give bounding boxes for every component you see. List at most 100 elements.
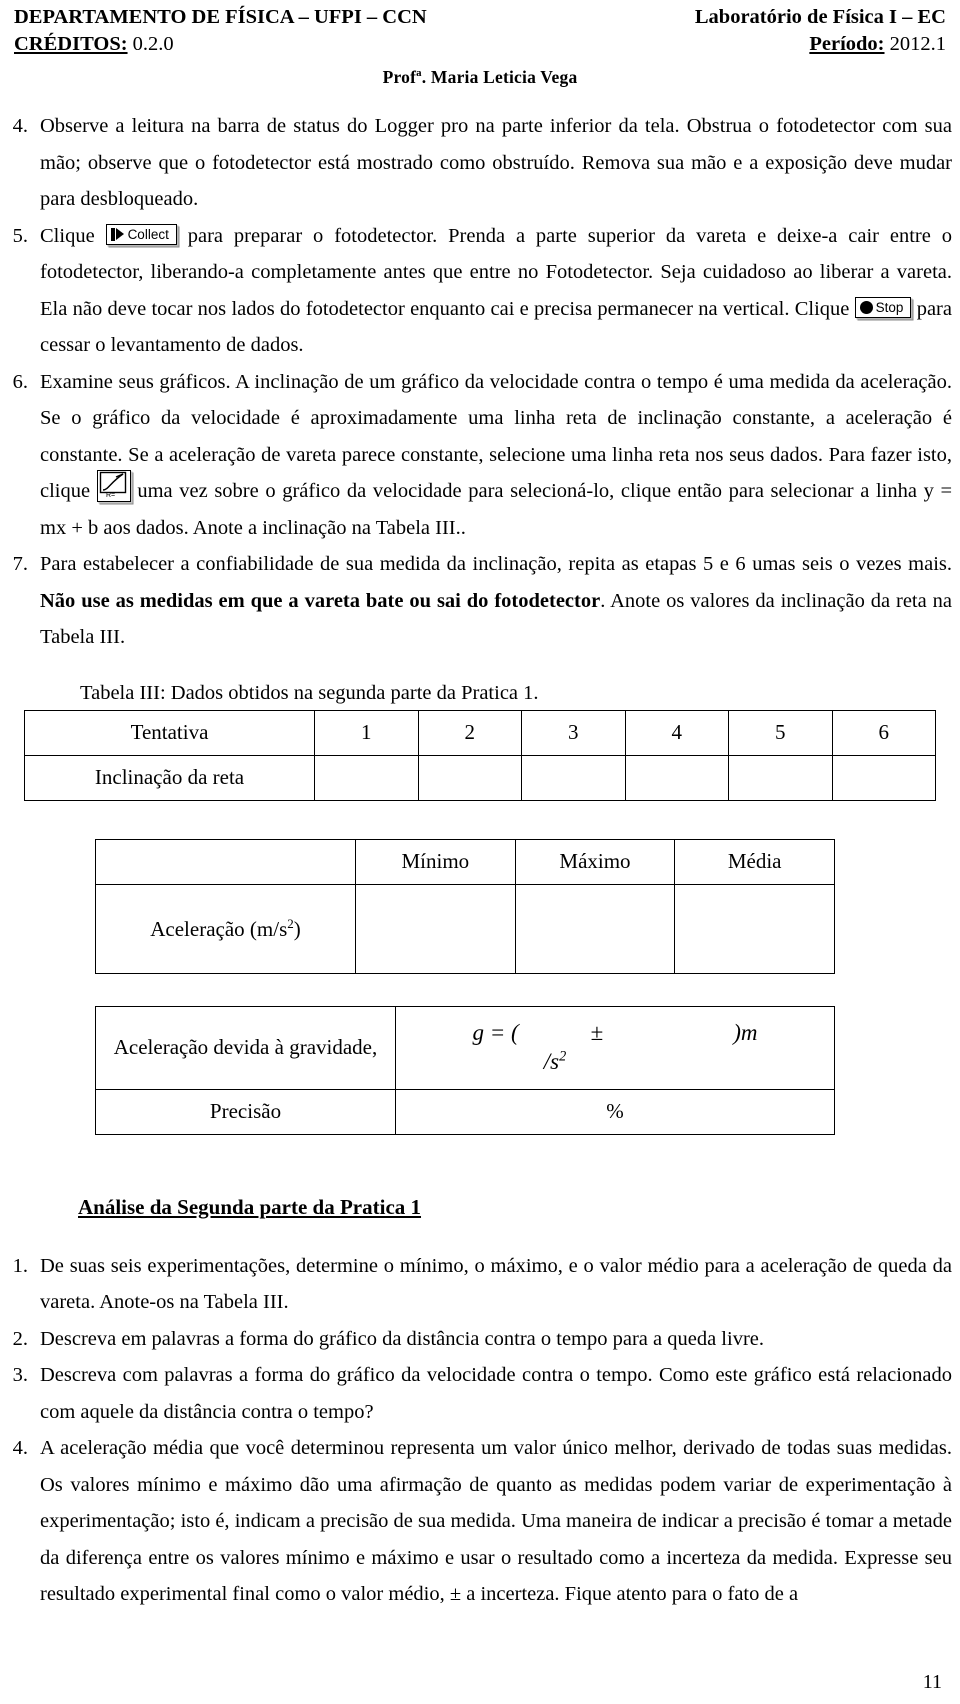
step-text: Examine seus gráficos. A inclinação de u… [40,364,960,547]
stop-button-label: Stop [875,300,904,316]
table3-row2-label: Inclinação da reta [24,754,315,801]
step-text: Observe a leitura na barra de status do … [40,115,952,210]
analysis-text: A aceleração média que você determinou r… [40,1437,952,1605]
analysis-text: Descreva com palavras a forma do gráfico… [40,1364,952,1423]
gravity-units-line: /s2 [400,1048,710,1077]
precision-row-label: Precisão [95,1088,396,1135]
table3-cell[interactable] [314,754,419,801]
gravity-expression-line1: g = ( ± )m [400,1019,830,1048]
step6-text-post: uma vez sobre o gráfico da velocidade pa… [40,480,953,539]
list-item-step-4: 4. Observe a leitura na barra de status … [0,108,960,218]
table3-cell[interactable]: 2 [417,709,522,756]
professor-prefix: Prof [382,67,417,88]
table3-cell[interactable]: 1 [314,709,419,756]
page-number: 11 [922,1671,942,1693]
step-text: Clique Collect para preparar o fotodetec… [40,218,960,364]
credits-label: CRÉDITOS: [14,33,128,56]
professor-rest: . Maria Leticia Vega [421,67,578,88]
table-row: Mínimo Máximo Média [95,838,835,885]
step5-text-pre: Clique [40,224,106,247]
step7-text-bold: Não use as medidas em que a vareta bate … [40,589,601,612]
analysis-text: Descreva em palavras a forma do gráfico … [40,1327,764,1350]
table-row: Tentativa 1 2 3 4 5 6 [24,709,936,756]
analysis-number: 4. [12,1437,28,1459]
table-gravity-precision: Aceleração devida à gravidade, g = ( ± )m … [95,1005,835,1135]
acceleration-label-post: ) [293,916,301,941]
analysis-section-heading: Análise da Segunda parte da Pratica 1 [78,1194,422,1219]
step-text: Para estabelecer a confiabilidade de sua… [40,546,960,656]
list-item-step-6: 6. Examine seus gráficos. A inclinação d… [0,364,960,547]
collect-button-label: Collect [127,227,169,243]
table-row: Inclinação da reta [24,754,936,801]
table4-corner-cell [95,838,356,885]
table4-cell-maximo[interactable] [514,883,676,974]
table4-cell-minimo[interactable] [355,883,516,974]
department-title: DEPARTAMENTO DE FÍSICA – UFPI – CCN [14,6,427,28]
table3-cell[interactable] [624,754,729,801]
precision-value-cell[interactable]: % [395,1088,835,1135]
document-page: DEPARTAMENTO DE FÍSICA – UFPI – CCN Labo… [0,0,960,1704]
lab-title: Laboratório de Física I – EC [694,6,946,28]
gravity-units-sup: 2 [559,1047,567,1064]
gravity-value-cell[interactable]: g = ( ± )m /s2 [395,1005,835,1090]
record-circle-icon [859,301,873,315]
list-item-step-7: 7. Para estabelecer a confiabilidade de … [0,546,960,656]
gravity-g-open: g = ( [472,1019,519,1045]
collect-button[interactable]: Collect [105,224,177,246]
period-field: Período: 2012.1 [809,31,946,58]
credits-value: 0.2.0 [127,33,174,56]
table3-cell[interactable] [728,754,833,801]
list-item-step-5: 5. Clique Collect para preparar o fotode… [0,218,960,364]
step-number: 7. [12,553,28,575]
table4-header-maximo: Máximo [514,838,676,885]
table4-header-media: Média [674,838,835,885]
period-value: 2012.1 [884,33,946,56]
table4-header-minimo: Mínimo [355,838,516,885]
table3-cell[interactable] [831,754,936,801]
plus-minus-symbol: ± [590,1019,604,1045]
table-acceleration-summary: Mínimo Máximo Média Aceleração (m/s2) [95,838,835,974]
list-item-analysis-3: 3. Descreva com palavras a forma do gráf… [0,1357,960,1430]
table-3: Tentativa 1 2 3 4 5 6 Inclinação da reta [24,709,936,801]
gravity-row-label: Aceleração devida à gravidade, [95,1005,396,1090]
document-body: 4. Observe a leitura na barra de status … [0,108,960,1613]
linear-fit-glyph: R= [99,472,126,499]
list-item-analysis-1: 1. De suas seis experimentações, determi… [0,1248,960,1321]
step-number: 4. [12,115,28,137]
list-item-analysis-4: 4. A aceleração média que você determino… [0,1430,960,1613]
stop-button[interactable]: Stop [854,297,912,319]
acceleration-label-pre: Aceleração (m/s [150,916,288,941]
period-label: Período: [809,33,885,56]
table3-cell[interactable] [417,754,522,801]
table3-cell[interactable]: 3 [521,709,626,756]
professor-name: Profa. Maria Leticia Vega [14,67,946,88]
table-row: Aceleração (m/s2) [95,883,835,974]
analysis-number: 1. [12,1254,28,1277]
table3-row1-label: Tentativa [24,709,315,756]
play-icon [110,228,125,242]
gravity-units-pre: /s [543,1048,560,1074]
table-row: Aceleração devida à gravidade, g = ( ± )m … [95,1005,835,1090]
linear-fit-icon[interactable]: R= [96,470,131,503]
table4-row-label: Aceleração (m/s2) [95,883,356,974]
table3-cell[interactable]: 6 [831,709,936,756]
table4-cell-media[interactable] [674,883,835,974]
header-row-1: DEPARTAMENTO DE FÍSICA – UFPI – CCN Labo… [14,4,946,31]
svg-text:R=: R= [106,492,115,499]
gravity-close-paren: )m [733,1019,758,1045]
table3-cell[interactable]: 5 [728,709,833,756]
list-item-analysis-2: 2. Descreva em palavras a forma do gráfi… [0,1321,960,1358]
analysis-number: 2. [12,1327,28,1350]
step-number: 5. [12,224,28,247]
header-row-2: CRÉDITOS: 0.2.0 Período: 2012.1 [14,31,946,58]
step7-text-1: Para estabelecer a confiabilidade de sua… [40,553,952,575]
credits-field: CRÉDITOS: 0.2.0 [14,31,174,58]
table3-cell[interactable] [521,754,626,801]
analysis-number: 3. [12,1364,28,1386]
table3-caption: Tabela III: Dados obtidos na segunda par… [80,681,539,704]
table-row: Precisão % [95,1088,835,1135]
step-number: 6. [12,370,28,393]
analysis-text: De suas seis experimentações, determine … [40,1254,952,1314]
table3-cell[interactable]: 4 [624,709,729,756]
document-header: DEPARTAMENTO DE FÍSICA – UFPI – CCN Labo… [14,4,946,88]
